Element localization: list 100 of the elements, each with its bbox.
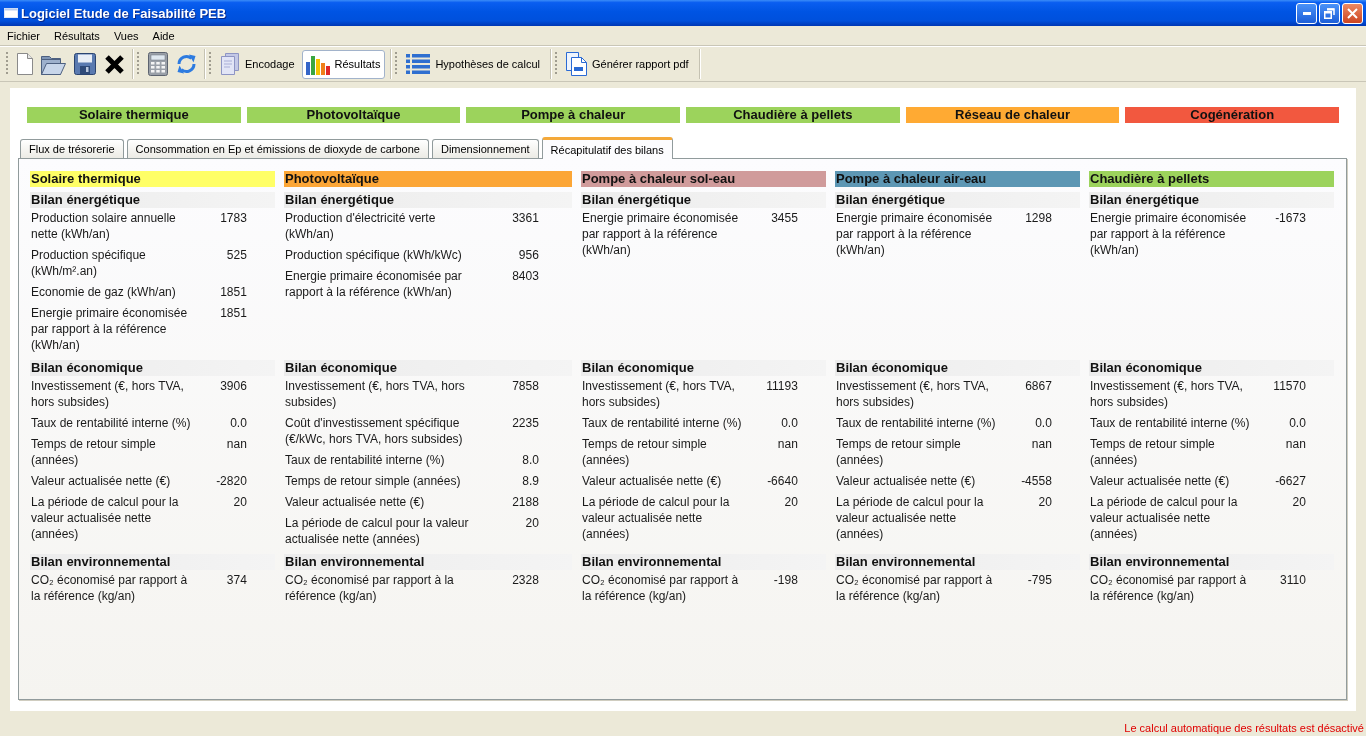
metric-value: -4558 <box>1020 473 1052 489</box>
technology-button[interactable]: Réseau de chaleur <box>905 107 1120 123</box>
metric-label: Energie primaire économisée par rapport à la référence (kWh/an) <box>30 305 189 353</box>
metric-label: Coût d'investissement spécifique (€/kWc, hors TVA, hors subsides) <box>284 415 464 447</box>
toolbar-handle[interactable] <box>554 52 557 76</box>
section-heading: Bilan énergétique <box>581 192 826 208</box>
refresh-icon[interactable] <box>176 53 197 75</box>
minimize-button[interactable] <box>1296 2 1317 24</box>
metric-label: CO₂ économisé par rapport à la référence (kg/an) <box>835 572 994 604</box>
new-document-icon[interactable] <box>17 53 33 75</box>
metric-value: 3906 <box>219 378 247 394</box>
column-header: Solaire thermique <box>30 171 275 187</box>
metric-value: 3361 <box>511 210 539 226</box>
metric-value: nan <box>1284 436 1306 452</box>
window-title: Logiciel Etude de Faisabilité PEB <box>21 5 227 21</box>
metric-value: 2188 <box>511 494 539 510</box>
metric-label: Production solaire annuelle nette (kWh/an) <box>30 210 177 242</box>
metric-value: 8.9 <box>521 473 539 489</box>
toolbar-button[interactable]: Hypothèses de calcul <box>402 49 545 79</box>
pdf-document-icon <box>565 52 587 76</box>
section-heading: Bilan économique <box>30 360 275 376</box>
bar-chart-icon <box>305 53 330 75</box>
tab[interactable]: Consommation en Ep et émissions de dioxyde de carbone <box>126 139 429 158</box>
metric-value: 956 <box>517 247 539 263</box>
metric-value: 20 <box>524 515 539 531</box>
metric-value: nan <box>225 436 247 452</box>
metric-value: 11570 <box>1272 378 1306 394</box>
metric-value: nan <box>1030 436 1052 452</box>
section-heading: Bilan économique <box>284 360 572 376</box>
metric-label: Production spécifique (kWh/kWc) <box>284 247 463 263</box>
metric-value: 20 <box>1037 494 1052 510</box>
close-button[interactable] <box>1342 2 1363 24</box>
metric-value: 20 <box>1291 494 1306 510</box>
metric-label: Production d'électricité verte (kWh/an) <box>284 210 437 242</box>
metric-label: Economie de gaz (kWh/an) <box>30 284 177 300</box>
section-heading: Bilan énergétique <box>1089 192 1334 208</box>
section-heading: Bilan énergétique <box>30 192 275 208</box>
toolbar-handle[interactable] <box>209 52 211 76</box>
tab[interactable]: Dimensionnement <box>431 139 539 158</box>
cross-icon[interactable] <box>104 53 125 75</box>
metric-value: 2235 <box>511 415 539 431</box>
metric-label: Energie primaire économisée par rapport à la référence (kWh/an) <box>835 210 994 258</box>
metric-label: Taux de rentabilité interne (%) <box>1089 415 1251 431</box>
technology-button[interactable]: Cogénération <box>1125 107 1340 123</box>
metric-value: 6867 <box>1024 378 1052 394</box>
metric-value: 2328 <box>511 572 539 588</box>
metric-value: nan <box>776 436 798 452</box>
window-icon <box>4 8 18 18</box>
document-icon <box>220 53 240 75</box>
metric-value: 1851 <box>219 305 247 321</box>
close-icon <box>1347 7 1358 19</box>
metric-value: 525 <box>225 247 247 263</box>
metric-value: 1783 <box>219 210 247 226</box>
metric-label: Temps de retour simple (années) <box>1089 436 1216 468</box>
menu-item[interactable]: Aide <box>145 28 182 43</box>
section-heading: Bilan économique <box>581 360 826 376</box>
toolbar-handle[interactable] <box>137 52 139 76</box>
restore-button[interactable] <box>1319 2 1340 24</box>
metric-value: 11193 <box>765 378 798 394</box>
metric-value: 0.0 <box>780 415 798 431</box>
menu-item[interactable]: Vues <box>106 28 146 43</box>
toolbar-handle[interactable] <box>6 52 8 76</box>
calculator-icon[interactable] <box>148 52 168 76</box>
metric-value: 8403 <box>511 268 539 284</box>
metric-label: Taux de rentabilité interne (%) <box>30 415 192 431</box>
toolbar-handle[interactable] <box>395 52 398 76</box>
metric-value: 0.0 <box>1034 415 1052 431</box>
toolbar-button[interactable]: Générer rapport pdf <box>561 49 694 79</box>
metric-value: 0.0 <box>229 415 247 431</box>
metric-value: 0.0 <box>1288 415 1306 431</box>
save-icon[interactable] <box>74 53 96 75</box>
status-message: Le calcul automatique des résultats est désactivé <box>1124 722 1364 734</box>
technology-button[interactable]: Pompe à chaleur <box>466 107 680 123</box>
metric-label: Investissement (€, hors TVA, hors subsides) <box>284 378 466 410</box>
metric-label: CO₂ économisé par rapport à la référence (kg/an) <box>581 572 740 604</box>
metric-value: 20 <box>232 494 247 510</box>
metric-value: 8.0 <box>521 452 539 468</box>
metric-label: Energie primaire économisée par rapport à la référence (kWh/an) <box>284 268 463 300</box>
metric-label: Temps de retour simple (années) <box>284 473 462 489</box>
metric-label: CO₂ économisé par rapport à la référence (kg/an) <box>284 572 455 604</box>
toolbar-button[interactable]: Résultats <box>301 49 386 79</box>
metric-label: Valeur actualisée nette (€) <box>581 473 723 489</box>
menu-item[interactable]: Fichier <box>0 28 47 43</box>
toolbar-button[interactable]: Encodage <box>216 49 300 79</box>
metric-value: 1851 <box>219 284 247 300</box>
technology-button[interactable]: Photovoltaïque <box>246 107 461 123</box>
metric-label: Investissement (€, hors TVA, hors subsides) <box>1089 378 1244 410</box>
metric-label: Valeur actualisée nette (€) <box>1089 473 1231 489</box>
metric-value: -795 <box>1026 572 1052 588</box>
tab[interactable]: Récapitulatif des bilans <box>541 137 673 159</box>
section-heading: Bilan économique <box>1089 360 1334 376</box>
tab[interactable]: Flux de trésorerie <box>20 139 124 158</box>
technology-button[interactable]: Chaudière à pellets <box>686 107 900 123</box>
technology-button[interactable]: Solaire thermique <box>27 107 241 123</box>
metric-label: Temps de retour simple (années) <box>581 436 708 468</box>
menu-item[interactable]: Résultats <box>47 28 107 43</box>
metric-label: Valeur actualisée nette (€) <box>284 494 426 510</box>
metric-value: 3110 <box>1279 572 1306 588</box>
metric-label: Temps de retour simple (années) <box>835 436 962 468</box>
folder-icon[interactable] <box>41 53 66 75</box>
